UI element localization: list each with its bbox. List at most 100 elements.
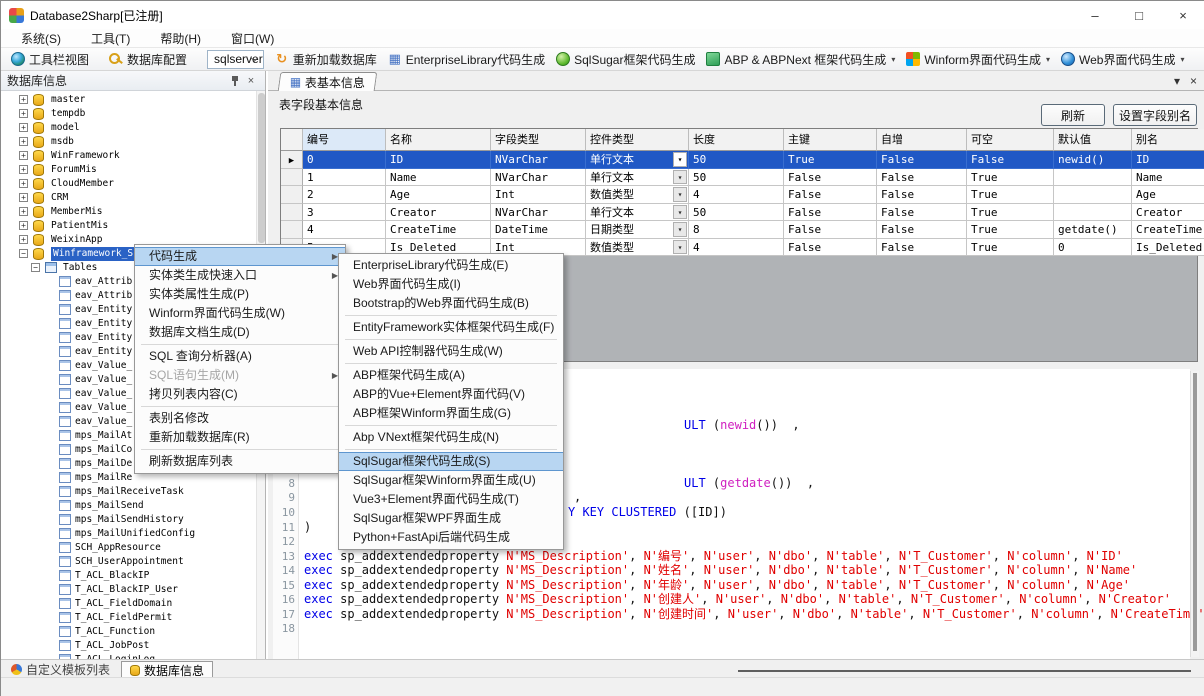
submenu-item-Abp VNext框架代码生成(N)[interactable]: Abp VNext框架代码生成(N) (339, 428, 563, 447)
tree-item-eav_Value_[interactable]: eav_Value_ (75, 415, 132, 429)
tab-list-dropdown-icon[interactable]: ▾ (1174, 74, 1180, 88)
cell-可空[interactable]: True (967, 221, 1054, 239)
database-type-combo[interactable]: sqlserver (207, 50, 264, 69)
tree-item-master[interactable]: master (51, 93, 85, 107)
tree-item-mps_MailUnifiedConfig[interactable]: mps_MailUnifiedConfig (75, 527, 195, 541)
combo-dropdown-icon[interactable]: ▾ (673, 222, 687, 237)
cell-长度[interactable]: 50 (689, 151, 784, 169)
column-header-编号[interactable]: 编号 (303, 129, 386, 151)
tree-item-mps_MailSend[interactable]: mps_MailSend (75, 499, 144, 513)
tab-custom-template-list[interactable]: 自定义模板列表 (3, 661, 118, 678)
cell-别名[interactable]: ID (1132, 151, 1204, 169)
set-field-alias-button[interactable]: 设置字段别名 (1113, 104, 1197, 126)
cell-别名[interactable]: Is_Deleted (1132, 239, 1204, 257)
minimize-button[interactable]: – (1073, 1, 1117, 29)
close-button[interactable]: × (1161, 1, 1204, 29)
context-menu-item-代码生成[interactable]: 代码生成▶ (135, 247, 345, 266)
cell-别名[interactable]: Age (1132, 186, 1204, 204)
submenu-item-ABP框架代码生成(A)[interactable]: ABP框架代码生成(A) (339, 366, 563, 385)
context-menu-item-实体类生成快速入口[interactable]: 实体类生成快速入口▶ (135, 266, 345, 285)
toolbar-button-EnterpriseLibrary代码生成[interactable]: ▦EnterpriseLibrary代码生成 (384, 49, 549, 70)
cell-编号[interactable]: 1 (303, 169, 386, 187)
toolbar-button-ABP & ABPNext 框架代码生成[interactable]: ABP & ABPNext 框架代码生成▾ (702, 49, 899, 70)
tree-expander-icon[interactable]: + (19, 235, 28, 244)
cell-主键[interactable]: False (784, 169, 877, 187)
column-header-字段类型[interactable]: 字段类型 (491, 129, 586, 151)
tree-item-T_ACL_Function[interactable]: T_ACL_Function (75, 625, 155, 639)
tree-item-SCH_UserAppointment[interactable]: SCH_UserAppointment (75, 555, 184, 569)
context-menu-item-Winform界面代码生成(W)[interactable]: Winform界面代码生成(W) (135, 304, 345, 323)
menubar-item-窗口(W)[interactable]: 窗口(W) (223, 29, 282, 48)
cell-名称[interactable]: Name (386, 169, 491, 187)
cell-控件类型[interactable]: 日期类型▾ (586, 221, 689, 239)
column-header-名称[interactable]: 名称 (386, 129, 491, 151)
column-header-别名[interactable]: 别名 (1132, 129, 1204, 151)
toolbar-button-Winform界面代码生成[interactable]: Winform界面代码生成▾ (902, 49, 1054, 70)
cell-自增[interactable]: False (877, 204, 967, 222)
chevron-down-icon[interactable]: ▾ (1046, 55, 1050, 64)
tree-item-mps_MailCo[interactable]: mps_MailCo (75, 443, 132, 457)
toolbar-button-重新加载数据库[interactable]: ↻重新加载数据库 (271, 49, 381, 70)
context-menu-item-表别名修改[interactable]: 表别名修改 (135, 409, 345, 428)
tree-item-eav_Entity[interactable]: eav_Entity (75, 317, 132, 331)
toolbar-button-工具栏视图[interactable]: 工具栏视图 (7, 49, 93, 70)
chevron-down-icon[interactable]: ▾ (1180, 55, 1184, 64)
cell-字段类型[interactable]: NVarChar (491, 204, 586, 222)
tree-item-eav_Attrib[interactable]: eav_Attrib (75, 289, 132, 303)
maximize-button[interactable]: □ (1117, 1, 1161, 29)
cell-控件类型[interactable]: 数值类型▾ (586, 239, 689, 257)
tree-item-msdb[interactable]: msdb (51, 135, 74, 149)
row-selector[interactable]: ▶ (281, 151, 303, 169)
cell-字段类型[interactable]: NVarChar (491, 169, 586, 187)
tree-expander-icon[interactable]: + (19, 123, 28, 132)
cell-自增[interactable]: False (877, 239, 967, 257)
toolbar-button-SqlSugar框架代码生成[interactable]: SqlSugar框架代码生成 (552, 49, 699, 70)
submenu-item-Web界面代码生成(I)[interactable]: Web界面代码生成(I) (339, 275, 563, 294)
tree-expander-icon[interactable]: + (19, 109, 28, 118)
submenu-item-Bootstrap的Web界面代码生成(B)[interactable]: Bootstrap的Web界面代码生成(B) (339, 294, 563, 313)
cell-字段类型[interactable]: DateTime (491, 221, 586, 239)
tree-item-Tables[interactable]: Tables (63, 261, 97, 275)
sql-vertical-scrollbar[interactable] (1190, 371, 1199, 657)
context-menu-item-重新加载数据库(R)[interactable]: 重新加载数据库(R) (135, 428, 345, 447)
refresh-button[interactable]: 刷新 (1041, 104, 1105, 126)
tree-item-mps_MailSendHistory[interactable]: mps_MailSendHistory (75, 513, 184, 527)
column-header-自增[interactable]: 自增 (877, 129, 967, 151)
horizontal-scrollbar[interactable] (738, 670, 1191, 672)
tree-item-WeixinApp[interactable]: WeixinApp (51, 233, 102, 247)
row-selector-header[interactable] (281, 129, 303, 151)
submenu-item-SqlSugar框架WPF界面生成[interactable]: SqlSugar框架WPF界面生成 (339, 509, 563, 528)
cell-别名[interactable]: CreateTime (1132, 221, 1204, 239)
cell-控件类型[interactable]: 单行文本▾ (586, 151, 689, 169)
tree-expander-icon[interactable]: − (31, 263, 40, 272)
row-selector[interactable] (281, 204, 303, 222)
tree-item-mps_MailDe[interactable]: mps_MailDe (75, 457, 132, 471)
cell-默认值[interactable] (1054, 169, 1132, 187)
cell-编号[interactable]: 4 (303, 221, 386, 239)
pin-icon[interactable] (227, 74, 243, 88)
cell-长度[interactable]: 50 (689, 169, 784, 187)
tree-item-eav_Entity[interactable]: eav_Entity (75, 303, 132, 317)
tree-item-T_ACL_BlackIP[interactable]: T_ACL_BlackIP (75, 569, 149, 583)
column-header-可空[interactable]: 可空 (967, 129, 1054, 151)
cell-长度[interactable]: 50 (689, 204, 784, 222)
cell-主键[interactable]: True (784, 151, 877, 169)
tree-expander-icon[interactable]: + (19, 221, 28, 230)
column-header-控件类型[interactable]: 控件类型 (586, 129, 689, 151)
tree-item-ForumMis[interactable]: ForumMis (51, 163, 97, 177)
cell-自增[interactable]: False (877, 221, 967, 239)
cell-主键[interactable]: False (784, 239, 877, 257)
cell-可空[interactable]: True (967, 186, 1054, 204)
tree-item-PatientMis[interactable]: PatientMis (51, 219, 108, 233)
tab-table-basic-info[interactable]: ▦ 表基本信息 (278, 72, 378, 91)
cell-编号[interactable]: 0 (303, 151, 386, 169)
cell-可空[interactable]: True (967, 169, 1054, 187)
combo-dropdown-icon[interactable]: ▾ (673, 205, 687, 220)
tree-item-CloudMember[interactable]: CloudMember (51, 177, 114, 191)
submenu-item-EntityFramework实体框架代码生成(F)[interactable]: EntityFramework实体框架代码生成(F) (339, 318, 563, 337)
context-menu-item-拷贝列表内容(C)[interactable]: 拷贝列表内容(C) (135, 385, 345, 404)
context-menu-item-数据库文档生成(D)[interactable]: 数据库文档生成(D) (135, 323, 345, 342)
cell-编号[interactable]: 2 (303, 186, 386, 204)
toolbar-button-退出[interactable]: ×退出 (1201, 49, 1204, 70)
combo-dropdown-icon[interactable]: ▾ (673, 240, 687, 255)
